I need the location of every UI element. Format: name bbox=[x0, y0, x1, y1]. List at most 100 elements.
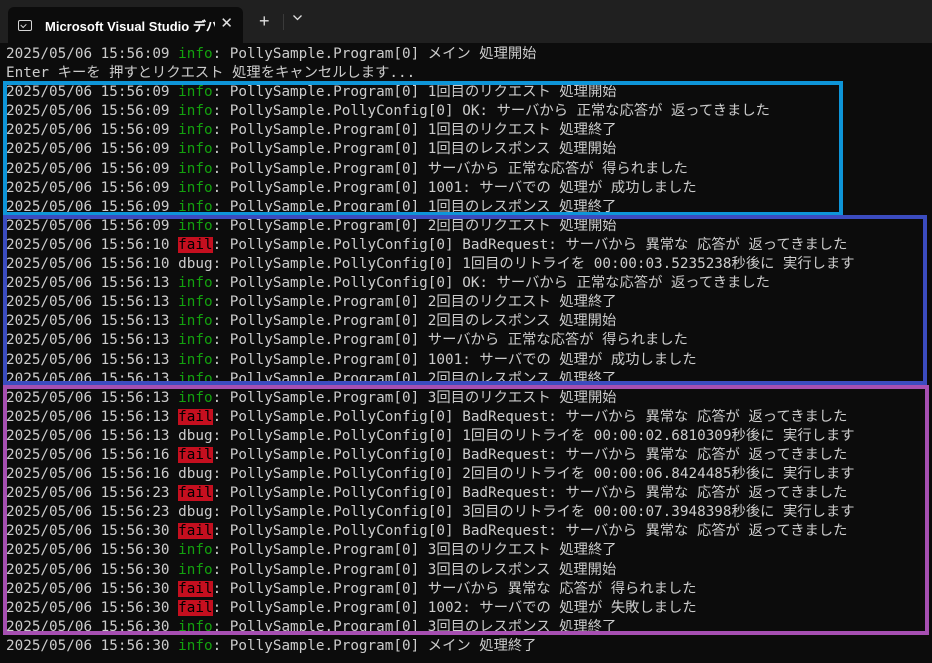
log-level: info bbox=[178, 122, 213, 139]
console-line: 2025/05/06 15:56:30 fail: PollySample.Po… bbox=[6, 522, 926, 541]
log-timestamp: 2025/05/06 15:56:30 bbox=[6, 637, 179, 654]
log-level: info bbox=[178, 618, 213, 635]
console-line: 2025/05/06 15:56:13 dbug: PollySample.Po… bbox=[6, 427, 926, 446]
log-level: dbug bbox=[178, 466, 213, 483]
log-level: dbug bbox=[178, 504, 213, 521]
log-timestamp: 2025/05/06 15:56:09 bbox=[6, 179, 179, 196]
console-line: 2025/05/06 15:56:09 info: PollySample.Pr… bbox=[6, 140, 926, 159]
console-line: 2025/05/06 15:56:10 dbug: PollySample.Po… bbox=[6, 255, 926, 274]
log-message: : PollySample.Program[0] 3回目のリクエスト 処理終了 bbox=[212, 542, 617, 559]
log-level: dbug bbox=[178, 427, 213, 444]
log-message: Enter キーを 押すとリクエスト 処理をキャンセルします... bbox=[6, 65, 416, 82]
log-level: info bbox=[178, 179, 213, 196]
log-message: : PollySample.PollyConfig[0] BadRequest:… bbox=[212, 485, 848, 502]
console-line: 2025/05/06 15:56:13 info: PollySample.Pr… bbox=[6, 293, 926, 312]
console-line: 2025/05/06 15:56:16 dbug: PollySample.Po… bbox=[6, 465, 926, 484]
terminal-tab[interactable]: Microsoft Visual Studio デバック ✕ bbox=[8, 7, 243, 43]
console-line: 2025/05/06 15:56:09 info: PollySample.Pr… bbox=[6, 217, 926, 236]
log-message: : PollySample.Program[0] 1002: サーバでの 処理が… bbox=[212, 599, 697, 616]
log-level: info bbox=[178, 637, 213, 654]
log-level: info bbox=[178, 160, 213, 177]
log-timestamp: 2025/05/06 15:56:13 bbox=[6, 408, 179, 425]
log-level: info bbox=[178, 46, 213, 62]
log-level: info bbox=[178, 542, 213, 559]
log-level: fail bbox=[178, 523, 213, 540]
log-message: : PollySample.Program[0] 1回目のリクエスト 処理終了 bbox=[212, 122, 617, 139]
log-timestamp: 2025/05/06 15:56:09 bbox=[6, 217, 179, 234]
chevron-down-icon[interactable] bbox=[293, 15, 302, 23]
log-timestamp: 2025/05/06 15:56:09 bbox=[6, 103, 179, 120]
log-message: : PollySample.PollyConfig[0] 3回目のリトライを 0… bbox=[212, 504, 855, 521]
log-message: : PollySample.PollyConfig[0] OK: サーバから 正… bbox=[212, 103, 770, 120]
console-line: 2025/05/06 15:56:16 fail: PollySample.Po… bbox=[6, 446, 926, 465]
log-timestamp: 2025/05/06 15:56:09 bbox=[6, 198, 179, 215]
close-tab-icon[interactable]: ✕ bbox=[220, 16, 233, 32]
log-message: : PollySample.PollyConfig[0] 1回目のリトライを 0… bbox=[212, 427, 855, 444]
log-message: : PollySample.Program[0] 3回目のレスポンス 処理終了 bbox=[212, 618, 617, 635]
log-timestamp: 2025/05/06 15:56:13 bbox=[6, 389, 179, 406]
log-message: : PollySample.Program[0] 1回目のリクエスト 処理開始 bbox=[212, 84, 617, 101]
log-timestamp: 2025/05/06 15:56:30 bbox=[6, 561, 179, 578]
console-output[interactable]: 2025/05/06 15:56:09 info: PollySample.Pr… bbox=[6, 45, 926, 656]
log-timestamp: 2025/05/06 15:56:09 bbox=[6, 160, 179, 177]
log-timestamp: 2025/05/06 15:56:30 bbox=[6, 618, 179, 635]
log-message: : PollySample.PollyConfig[0] BadRequest:… bbox=[212, 523, 848, 540]
log-timestamp: 2025/05/06 15:56:23 bbox=[6, 504, 179, 521]
console-line: 2025/05/06 15:56:13 info: PollySample.Pr… bbox=[6, 351, 926, 370]
log-message: : PollySample.Program[0] 1001: サーバでの 処理が… bbox=[212, 351, 697, 368]
log-level: info bbox=[178, 103, 213, 120]
console-line: 2025/05/06 15:56:09 info: PollySample.Po… bbox=[6, 102, 926, 121]
console-line: 2025/05/06 15:56:30 fail: PollySample.Pr… bbox=[6, 599, 926, 618]
console-line: 2025/05/06 15:56:09 info: PollySample.Pr… bbox=[6, 121, 926, 140]
log-timestamp: 2025/05/06 15:56:16 bbox=[6, 446, 179, 463]
console-line: 2025/05/06 15:56:30 info: PollySample.Pr… bbox=[6, 561, 926, 580]
log-level: fail bbox=[178, 236, 213, 253]
console-line: 2025/05/06 15:56:30 info: PollySample.Pr… bbox=[6, 541, 926, 560]
log-timestamp: 2025/05/06 15:56:30 bbox=[6, 599, 179, 616]
log-level: fail bbox=[178, 580, 213, 597]
log-timestamp: 2025/05/06 15:56:13 bbox=[6, 275, 179, 292]
console-line: Enter キーを 押すとリクエスト 処理をキャンセルします... bbox=[6, 64, 926, 83]
log-message: : PollySample.Program[0] 2回目のレスポンス 処理開始 bbox=[212, 313, 617, 330]
log-level: info bbox=[178, 561, 213, 578]
log-timestamp: 2025/05/06 15:56:13 bbox=[6, 332, 179, 349]
log-message: : PollySample.PollyConfig[0] 2回目のリトライを 0… bbox=[212, 466, 855, 483]
console-app-icon bbox=[18, 19, 32, 31]
log-message: : PollySample.Program[0] 3回目のリクエスト 処理開始 bbox=[212, 389, 617, 406]
log-timestamp: 2025/05/06 15:56:09 bbox=[6, 46, 179, 62]
log-timestamp: 2025/05/06 15:56:23 bbox=[6, 485, 179, 502]
log-level: info bbox=[178, 84, 213, 101]
console-line: 2025/05/06 15:56:09 info: PollySample.Pr… bbox=[6, 45, 926, 64]
log-message: : PollySample.PollyConfig[0] BadRequest:… bbox=[212, 408, 848, 425]
log-level: info bbox=[178, 141, 213, 158]
console-line: 2025/05/06 15:56:10 fail: PollySample.Po… bbox=[6, 236, 926, 255]
title-bar: Microsoft Visual Studio デバック ✕ + bbox=[0, 0, 932, 43]
console-line: 2025/05/06 15:56:09 info: PollySample.Pr… bbox=[6, 179, 926, 198]
log-level: info bbox=[178, 198, 213, 215]
log-message: : PollySample.Program[0] 1回目のレスポンス 処理開始 bbox=[212, 141, 617, 158]
log-message: : PollySample.Program[0] 1回目のレスポンス 処理終了 bbox=[212, 198, 617, 215]
log-message: : PollySample.Program[0] メイン 処理終了 bbox=[212, 637, 537, 654]
new-tab-icon[interactable]: + bbox=[259, 11, 270, 31]
log-message: : PollySample.Program[0] 3回目のレスポンス 処理開始 bbox=[212, 561, 617, 578]
log-message: : PollySample.PollyConfig[0] BadRequest:… bbox=[212, 236, 848, 253]
log-timestamp: 2025/05/06 15:56:10 bbox=[6, 236, 179, 253]
console-line: 2025/05/06 15:56:30 fail: PollySample.Pr… bbox=[6, 580, 926, 599]
log-level: info bbox=[178, 351, 213, 368]
console-line: 2025/05/06 15:56:13 info: PollySample.Pr… bbox=[6, 370, 926, 389]
tab-divider bbox=[283, 14, 284, 30]
log-level: info bbox=[178, 332, 213, 349]
log-level: info bbox=[178, 370, 213, 387]
log-timestamp: 2025/05/06 15:56:09 bbox=[6, 122, 179, 139]
log-message: : PollySample.PollyConfig[0] OK: サーバから 正… bbox=[212, 275, 770, 292]
console-line: 2025/05/06 15:56:13 info: PollySample.Pr… bbox=[6, 389, 926, 408]
log-level: info bbox=[178, 217, 213, 234]
log-level: info bbox=[178, 389, 213, 406]
log-timestamp: 2025/05/06 15:56:30 bbox=[6, 542, 179, 559]
log-timestamp: 2025/05/06 15:56:30 bbox=[6, 580, 179, 597]
console-line: 2025/05/06 15:56:30 info: PollySample.Pr… bbox=[6, 618, 926, 637]
log-message: : PollySample.Program[0] メイン 処理開始 bbox=[212, 46, 537, 62]
console-line: 2025/05/06 15:56:23 fail: PollySample.Po… bbox=[6, 484, 926, 503]
log-timestamp: 2025/05/06 15:56:09 bbox=[6, 141, 179, 158]
log-level: fail bbox=[178, 599, 213, 616]
